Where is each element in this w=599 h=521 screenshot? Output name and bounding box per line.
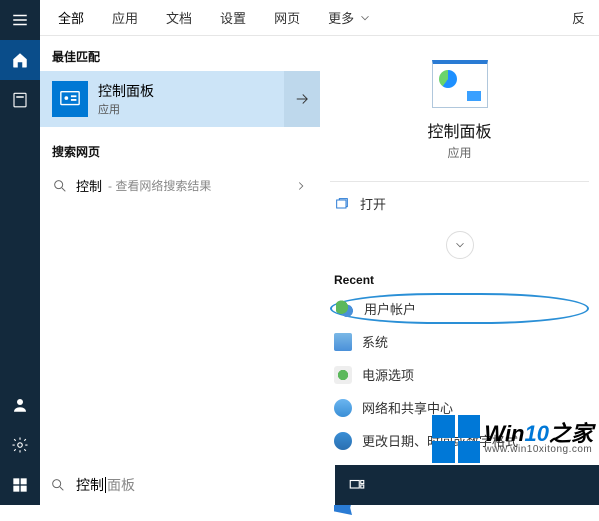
best-match-header: 最佳匹配 xyxy=(40,44,320,71)
task-view-button[interactable] xyxy=(337,465,377,505)
chevron-down-icon xyxy=(453,238,467,252)
search-panel: 全部 应用 文档 设置 网页 更多 反 最佳匹配 控制面板 应用 xyxy=(40,0,599,465)
user-icon[interactable] xyxy=(0,385,40,425)
open-icon xyxy=(334,196,350,212)
chevron-right-icon xyxy=(294,179,308,193)
datetime-icon xyxy=(334,432,352,450)
recent-item-network[interactable]: 网络和共享中心 xyxy=(330,392,589,423)
preview-subtitle: 应用 xyxy=(447,144,471,161)
filter-tabs: 全部 应用 文档 设置 网页 更多 反 xyxy=(40,0,599,36)
result-title: 控制面板 xyxy=(98,81,154,101)
recent-item-system[interactable]: 系统 xyxy=(330,326,589,357)
recent-icon[interactable] xyxy=(0,80,40,120)
settings-icon[interactable] xyxy=(0,425,40,465)
system-icon xyxy=(334,333,352,351)
preview-title: 控制面板 xyxy=(427,118,491,142)
search-text: 控制面板 xyxy=(76,475,135,495)
tab-all[interactable]: 全部 xyxy=(44,0,98,36)
taskbar: 控制面板 xyxy=(0,465,599,505)
best-match-result[interactable]: 控制面板 应用 xyxy=(40,71,320,127)
power-options-icon xyxy=(334,366,352,384)
recent-header: Recent xyxy=(330,259,589,293)
recent-item-datetime[interactable]: 更改日期、时间或数字格式 xyxy=(330,425,589,456)
taskbar-search[interactable]: 控制面板 xyxy=(40,465,335,505)
home-icon[interactable] xyxy=(0,40,40,80)
preview-column: 控制面板 应用 打开 Recent 用户帐户 系统 xyxy=(320,36,599,521)
start-button[interactable] xyxy=(0,465,40,505)
start-sidebar xyxy=(0,0,40,505)
result-subtitle: 应用 xyxy=(98,101,154,117)
tab-more[interactable]: 更多 xyxy=(314,8,386,27)
tab-apps[interactable]: 应用 xyxy=(98,0,152,36)
tab-feedback[interactable]: 反 xyxy=(572,8,595,27)
tab-documents[interactable]: 文档 xyxy=(152,0,206,36)
menu-icon[interactable] xyxy=(0,0,40,40)
tab-settings[interactable]: 设置 xyxy=(206,0,260,36)
web-hint: - 查看网络搜索结果 xyxy=(108,177,211,194)
web-query: 控制 xyxy=(76,176,102,195)
open-action[interactable]: 打开 xyxy=(330,182,589,225)
recent-item-user-accounts[interactable]: 用户帐户 xyxy=(330,293,589,324)
network-icon xyxy=(334,399,352,417)
expand-more[interactable] xyxy=(446,231,474,259)
tab-web[interactable]: 网页 xyxy=(260,0,314,36)
search-icon xyxy=(52,178,68,194)
user-accounts-icon xyxy=(336,300,354,318)
preview-app-icon xyxy=(432,60,488,108)
web-search-result[interactable]: 控制 - 查看网络搜索结果 xyxy=(40,166,320,205)
results-column: 最佳匹配 控制面板 应用 搜索网页 控制 - 查看网络搜索结果 xyxy=(40,36,320,521)
search-icon xyxy=(50,477,66,493)
control-panel-icon xyxy=(52,81,88,117)
web-search-header: 搜索网页 xyxy=(40,139,320,166)
expand-arrow[interactable] xyxy=(284,71,320,127)
recent-item-power[interactable]: 电源选项 xyxy=(330,359,589,390)
